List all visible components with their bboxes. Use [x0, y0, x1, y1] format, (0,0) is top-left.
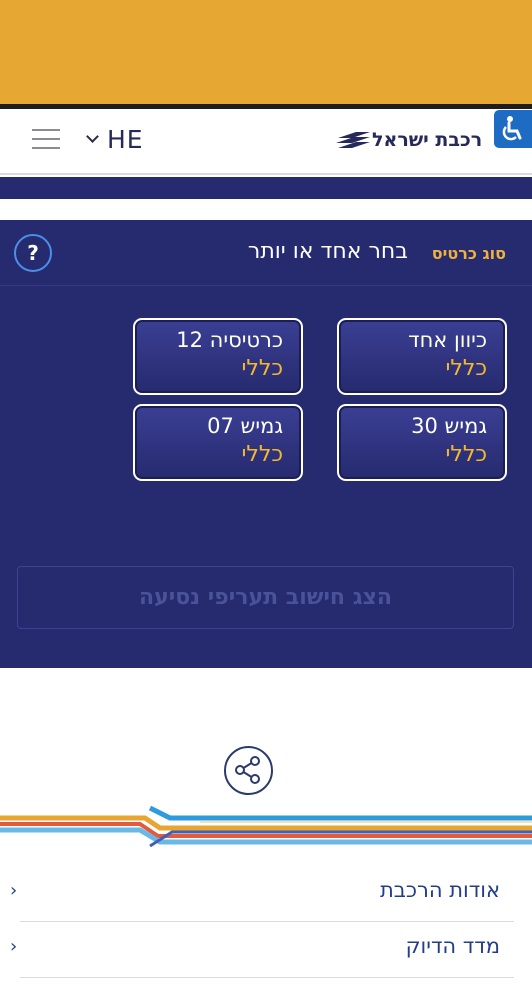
footer-link-accuracy-index[interactable]: מדד הדיוק ‹: [0, 922, 532, 978]
ticket-type-label: סוג כרטיס: [431, 244, 506, 263]
footer-link-label: מדד הדיוק: [405, 934, 500, 958]
show-fare-calculation-button[interactable]: הצג חישוב תעריפי נסיעה: [17, 566, 514, 629]
chevron-left-icon: ‹: [10, 880, 18, 901]
ticket-name: כיוון אחד: [408, 328, 487, 352]
ticket-name: גמיש 30: [411, 414, 487, 438]
israel-railways-logo[interactable]: רכבת ישראל: [336, 129, 483, 151]
share-button[interactable]: [224, 746, 273, 795]
logo-train-mark: [336, 132, 370, 148]
ticket-kind: כללי: [241, 442, 283, 467]
ticket-option-one-way[interactable]: כיוון אחד כללי: [337, 318, 507, 395]
chevron-down-icon: [86, 130, 99, 143]
footer-link-about[interactable]: אודות הרכבת ‹: [0, 866, 532, 922]
hamburger-icon[interactable]: [32, 129, 62, 151]
language-label: HE: [107, 124, 144, 154]
ticket-option-flex-30[interactable]: גמיש 30 כללי: [337, 404, 507, 481]
site-header: HE רכבת ישראל: [0, 109, 532, 175]
logo-text: רכבת ישראל: [372, 129, 483, 151]
choose-instruction: בחר אחד או יותר: [247, 239, 408, 264]
navigation-strip: [0, 177, 532, 199]
footer-link-label: אודות הרכבת: [379, 878, 500, 902]
share-icon: [235, 756, 260, 784]
footer-divider: [20, 977, 514, 978]
decorative-rail-stripes: [0, 805, 532, 848]
top-color-band: [0, 0, 532, 104]
language-selector[interactable]: HE: [86, 123, 144, 155]
accessibility-button[interactable]: [494, 110, 532, 148]
ticket-kind: כללי: [241, 356, 283, 381]
ticket-name: גמיש 07: [207, 414, 283, 438]
panel-header: סוג כרטיס בחר אחד או יותר ?: [0, 220, 532, 286]
help-icon[interactable]: ?: [14, 234, 52, 272]
ticket-option-card-12[interactable]: כרטיסיה 12 כללי: [133, 318, 303, 395]
ticket-kind: כללי: [445, 442, 487, 467]
accessibility-icon: [502, 116, 522, 141]
ticket-option-flex-07[interactable]: גמיש 07 כללי: [133, 404, 303, 481]
fare-calculator-panel: סוג כרטיס בחר אחד או יותר ? כיוון אחד כל…: [0, 220, 532, 668]
ticket-name: כרטיסיה 12: [176, 328, 283, 352]
chevron-left-icon: ‹: [10, 936, 18, 957]
ticket-kind: כללי: [445, 356, 487, 381]
